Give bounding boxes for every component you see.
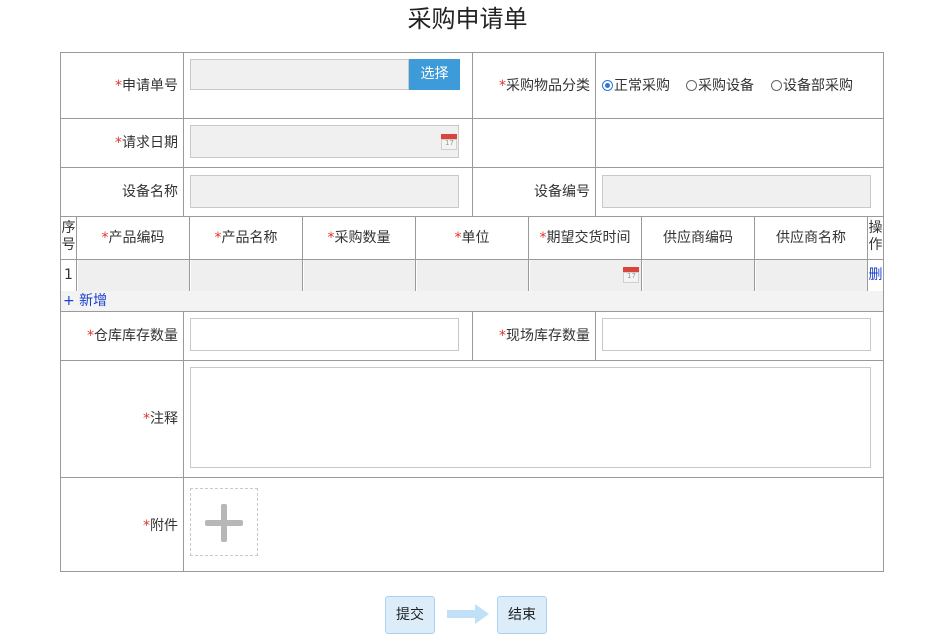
divider bbox=[61, 477, 883, 478]
required-mark: * bbox=[499, 328, 506, 344]
request-no-label-text: 申请单号 bbox=[122, 78, 178, 94]
divider bbox=[595, 53, 596, 216]
divider bbox=[472, 53, 473, 216]
request-no-input[interactable] bbox=[190, 59, 409, 90]
col-header-action: 操作 bbox=[868, 220, 883, 253]
col-header-text: 采购数量 bbox=[334, 230, 391, 246]
divider bbox=[61, 360, 883, 361]
divider bbox=[76, 217, 77, 291]
category-radio-normal[interactable]: 正常采购 bbox=[602, 77, 670, 95]
remark-label: *注释 bbox=[61, 410, 178, 428]
unit-cell[interactable] bbox=[417, 260, 528, 291]
equipment-name-label: 设备名称 bbox=[122, 184, 178, 200]
remark-label-text: 注释 bbox=[150, 411, 178, 427]
calendar-icon[interactable]: 17 bbox=[623, 267, 639, 283]
required-mark: * bbox=[115, 78, 122, 94]
add-row-link[interactable]: + 新增 bbox=[63, 291, 107, 311]
required-mark: * bbox=[499, 78, 506, 94]
site-stock-input[interactable] bbox=[602, 318, 871, 351]
equipment-no-input[interactable] bbox=[602, 175, 871, 208]
add-row-bar: + 新增 bbox=[61, 291, 883, 311]
required-mark: * bbox=[539, 230, 547, 246]
divider bbox=[867, 217, 868, 291]
request-date-label: *请求日期 bbox=[61, 134, 178, 152]
required-mark: * bbox=[87, 328, 94, 344]
quantity-cell[interactable] bbox=[304, 260, 415, 291]
divider bbox=[183, 53, 184, 216]
equipment-name-input[interactable] bbox=[190, 175, 459, 208]
attachment-upload-button[interactable] bbox=[190, 488, 258, 556]
radio-unchecked-icon bbox=[771, 80, 782, 91]
attachment-label-text: 附件 bbox=[150, 518, 178, 534]
page-title: 采购申请单 bbox=[407, 5, 528, 33]
equipment-no-label: 设备编号 bbox=[534, 184, 590, 200]
required-mark: * bbox=[115, 135, 122, 151]
required-mark: * bbox=[327, 230, 335, 246]
required-mark: * bbox=[214, 230, 222, 246]
divider bbox=[415, 217, 416, 291]
col-header-text: 期望交货时间 bbox=[546, 230, 631, 246]
col-header-text: 单位 bbox=[461, 230, 490, 246]
product-code-cell[interactable] bbox=[78, 260, 189, 291]
category-label: *采购物品分类 bbox=[472, 77, 590, 95]
supplier-code-cell[interactable] bbox=[643, 260, 754, 291]
col-header-text: 产品名称 bbox=[221, 230, 278, 246]
warehouse-stock-label-text: 仓库库存数量 bbox=[94, 328, 178, 344]
submit-button[interactable]: 提交 bbox=[385, 596, 435, 634]
divider bbox=[189, 217, 190, 291]
required-mark: * bbox=[143, 411, 150, 427]
site-stock-label: *现场库存数量 bbox=[472, 327, 590, 345]
radio-checked-icon bbox=[602, 80, 613, 91]
category-option-label: 采购设备 bbox=[698, 78, 754, 94]
request-no-label: *申请单号 bbox=[61, 77, 178, 95]
select-button[interactable]: 选择 bbox=[409, 59, 460, 90]
divider bbox=[183, 311, 184, 571]
attachment-label: *附件 bbox=[61, 517, 178, 535]
arrow-right-icon bbox=[447, 604, 489, 624]
purchase-request-form: *申请单号 选择 *采购物品分类 正常采购 采购设备 设备部采购 *请求日期 1… bbox=[60, 52, 884, 572]
remark-textarea[interactable] bbox=[190, 367, 871, 468]
divider bbox=[754, 217, 755, 291]
col-header-index: 序号 bbox=[61, 220, 76, 253]
supplier-name-cell[interactable] bbox=[756, 260, 867, 291]
divider bbox=[302, 217, 303, 291]
col-header-supplier-name: 供应商名称 bbox=[776, 230, 846, 246]
col-header-quantity: *采购数量 bbox=[303, 217, 415, 259]
site-stock-label-text: 现场库存数量 bbox=[506, 328, 590, 344]
category-option-label: 设备部采购 bbox=[783, 78, 853, 94]
divider bbox=[595, 311, 596, 360]
warehouse-stock-input[interactable] bbox=[190, 318, 459, 351]
plus-icon bbox=[221, 504, 227, 542]
col-header-text: 产品编码 bbox=[108, 230, 165, 246]
radio-unchecked-icon bbox=[686, 80, 697, 91]
request-date-input[interactable]: 17 bbox=[190, 125, 459, 158]
divider bbox=[641, 217, 642, 291]
product-table: 序号 *产品编码 *产品名称 *采购数量 *单位 *期望交货时间 供应商编码 供… bbox=[61, 217, 883, 291]
col-header-unit: *单位 bbox=[416, 217, 528, 259]
row-index: 1 bbox=[64, 267, 73, 283]
end-button[interactable]: 结束 bbox=[497, 596, 547, 634]
product-name-cell[interactable] bbox=[191, 260, 302, 291]
divider bbox=[528, 217, 529, 291]
required-mark: * bbox=[143, 518, 150, 534]
divider bbox=[472, 311, 473, 360]
required-mark: * bbox=[454, 230, 462, 246]
required-mark: * bbox=[101, 230, 109, 246]
request-date-label-text: 请求日期 bbox=[122, 135, 178, 151]
category-option-label: 正常采购 bbox=[614, 78, 670, 94]
col-header-product-code: *产品编码 bbox=[77, 217, 189, 259]
col-header-product-name: *产品名称 bbox=[190, 217, 302, 259]
category-label-text: 采购物品分类 bbox=[506, 78, 590, 94]
col-header-delivery-time: *期望交货时间 bbox=[529, 217, 641, 259]
calendar-icon[interactable]: 17 bbox=[441, 134, 457, 150]
delete-row-link[interactable]: 删 bbox=[868, 260, 883, 291]
delivery-time-cell[interactable]: 17 bbox=[530, 260, 641, 291]
category-radio-equipment[interactable]: 采购设备 bbox=[686, 77, 754, 95]
category-radio-dept[interactable]: 设备部采购 bbox=[771, 77, 853, 95]
col-header-supplier-code: 供应商编码 bbox=[663, 230, 733, 246]
warehouse-stock-label: *仓库库存数量 bbox=[61, 327, 178, 345]
